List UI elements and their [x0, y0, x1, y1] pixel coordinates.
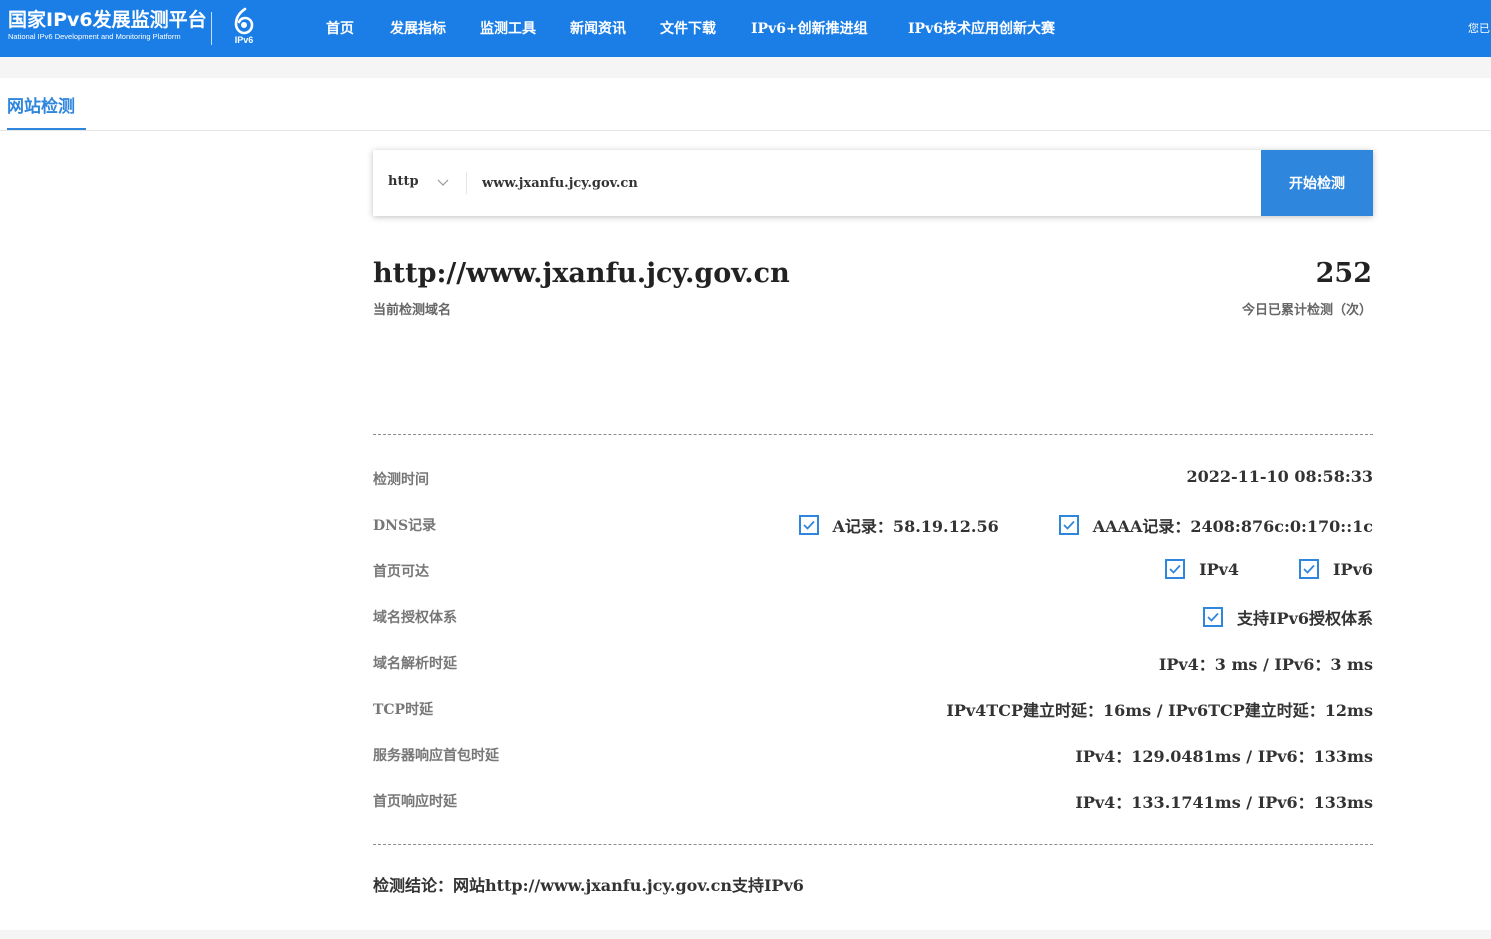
check-count: 252: [1315, 258, 1372, 289]
checked-box-icon: [1203, 607, 1224, 627]
checked-box-icon: [1058, 515, 1079, 535]
row-dns: DNS记录 A记录：58.19.12.56 AAAA记录：2408:876c:0…: [373, 510, 1373, 540]
row-label: 检测时间: [373, 472, 429, 488]
row-resolve-latency: 域名解析时延 IPv4：3 ms / IPv6：3 ms: [373, 648, 1373, 678]
auth-item: 支持IPv6授权体系: [1203, 605, 1373, 629]
protocol-separator: [466, 172, 467, 194]
auth-text: 支持IPv6授权体系: [1237, 609, 1373, 628]
tab-website-check[interactable]: 网站检测: [7, 92, 75, 117]
row-value: IPv4：133.1741ms / IPv6：133ms: [1075, 793, 1373, 812]
ipv6-reach-text: IPv6: [1333, 559, 1373, 579]
check-count-label: 今日已累计检测（次）: [1241, 303, 1372, 318]
checked-domain-label: 当前检测域名: [373, 303, 452, 318]
ipv4-reach-text: IPv4: [1199, 559, 1240, 579]
ipv6-reach-item: IPv6: [1299, 559, 1373, 579]
nav-news[interactable]: 新闻资讯: [570, 18, 626, 38]
aaaa-record-text: AAAA记录：2408:876c:0:170::1c: [1092, 517, 1373, 536]
start-check-button[interactable]: 开始检测: [1261, 150, 1373, 216]
row-value: IPv4TCP建立时延：16ms / IPv6TCP建立时延：12ms: [946, 701, 1373, 720]
nav-indicators[interactable]: 发展指标: [390, 18, 446, 38]
row-label: DNS记录: [373, 518, 437, 534]
user-hint[interactable]: 您已: [1468, 20, 1490, 36]
row-homepage-reachable: 首页可达 IPv4 IPv6: [373, 556, 1373, 586]
row-label: 服务器响应首包时延: [373, 748, 499, 764]
row-value: IPv4：3 ms / IPv6：3 ms: [1158, 655, 1373, 674]
check-conclusion: 检测结论：网站http://www.jxanfu.jcy.gov.cn支持IPv…: [373, 876, 804, 895]
dashed-divider-top: [373, 434, 1373, 435]
a-record-item: A记录：58.19.12.56: [798, 513, 999, 537]
row-value: 2022-11-10 08:58:33: [1186, 467, 1373, 486]
protocol-select[interactable]: http: [373, 150, 465, 216]
ipv6-logo-icon: [234, 7, 254, 35]
checked-domain: http://www.jxanfu.jcy.gov.cn: [373, 258, 790, 289]
row-label: 首页响应时延: [373, 794, 457, 810]
row-label: 首页可达: [373, 564, 429, 580]
row-domain-auth: 域名授权体系 支持IPv6授权体系: [373, 602, 1373, 632]
nav-ipv6-contest[interactable]: IPv6技术应用创新大赛: [908, 18, 1055, 38]
row-value: IPv4 IPv6: [1165, 559, 1373, 579]
site-logo[interactable]: 国家IPv6发展监测平台 National IPv6 Development a…: [8, 8, 207, 42]
checked-box-icon: [1299, 559, 1320, 579]
logo-subtitle: National IPv6 Development and Monitoring…: [8, 32, 181, 41]
row-check-time: 检测时间 2022-11-10 08:58:33: [373, 464, 1373, 494]
nav-ipv6-plus-group[interactable]: IPv6+创新推进组: [751, 18, 868, 38]
check-form: http 开始检测: [373, 150, 1373, 216]
row-first-packet-latency: 服务器响应首包时延 IPv4：129.0481ms / IPv6：133ms: [373, 740, 1373, 770]
row-page-response-latency: 首页响应时延 IPv4：133.1741ms / IPv6：133ms: [373, 786, 1373, 816]
protocol-value: http: [388, 174, 419, 189]
row-label: 域名解析时延: [373, 656, 457, 672]
logo-title: 国家IPv6发展监测平台: [8, 9, 207, 31]
chevron-down-icon: [437, 179, 449, 186]
row-value: 支持IPv6授权体系: [1203, 605, 1373, 629]
top-header: 国家IPv6发展监测平台 National IPv6 Development a…: [0, 0, 1491, 57]
aaaa-record-item: AAAA记录：2408:876c:0:170::1c: [1058, 513, 1373, 537]
nav-home[interactable]: 首页: [326, 18, 354, 38]
ipv4-reach-item: IPv4: [1165, 559, 1239, 579]
ipv6-logo-text: IPv6: [234, 35, 254, 45]
logo-divider: [211, 12, 212, 45]
ipv6-logo: IPv6: [228, 7, 260, 49]
row-value: A记录：58.19.12.56 AAAA记录：2408:876c:0:170::…: [798, 513, 1373, 537]
checked-box-icon: [798, 515, 819, 535]
row-value: IPv4：129.0481ms / IPv6：133ms: [1075, 747, 1373, 766]
nav-tools[interactable]: 监测工具: [480, 18, 536, 38]
row-tcp-latency: TCP时延 IPv4TCP建立时延：16ms / IPv6TCP建立时延：12m…: [373, 694, 1373, 724]
dashed-divider-bottom: [373, 844, 1373, 845]
row-label: 域名授权体系: [373, 610, 457, 626]
row-label: TCP时延: [373, 702, 434, 718]
checked-box-icon: [1165, 559, 1186, 579]
url-input[interactable]: [469, 167, 1262, 199]
tab-divider: [0, 130, 1491, 131]
nav-downloads[interactable]: 文件下载: [660, 18, 716, 38]
a-record-text: A记录：58.19.12.56: [832, 517, 999, 536]
